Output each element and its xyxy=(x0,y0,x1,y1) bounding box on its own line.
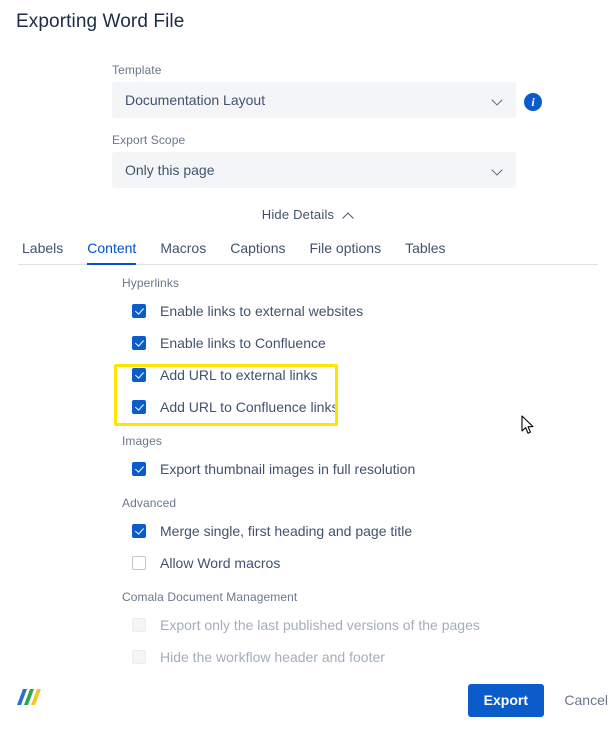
checkbox-icon[interactable] xyxy=(132,400,146,414)
tab-bar: Labels Content Macros Captions File options T… xyxy=(18,240,598,265)
option-label[interactable]: Export thumbnail images in full resoluti… xyxy=(160,460,415,478)
tab-tables[interactable]: Tables xyxy=(393,240,457,264)
tab-file-options[interactable]: File options xyxy=(297,240,393,264)
toggle-details-label: Hide Details xyxy=(261,207,335,222)
info-icon[interactable]: i xyxy=(524,93,542,111)
page-title: Exporting Word File xyxy=(16,11,185,32)
template-select-value: Documentation Layout xyxy=(125,92,266,108)
toggle-details-button[interactable]: Hide Details xyxy=(0,207,616,222)
option-row[interactable]: Add URL to external links xyxy=(122,359,562,391)
option-row[interactable]: Export thumbnail images in full resoluti… xyxy=(122,453,562,485)
chevron-down-icon xyxy=(493,96,503,106)
checkbox-icon[interactable] xyxy=(132,556,146,570)
checkbox-icon[interactable] xyxy=(132,462,146,476)
template-field-label: Template xyxy=(112,63,162,77)
group-title-images: Images xyxy=(122,434,162,448)
option-label[interactable]: Add URL to Confluence links xyxy=(160,398,338,416)
template-select[interactable]: Documentation Layout xyxy=(112,82,516,118)
group-title-advanced: Advanced xyxy=(122,496,177,510)
cancel-button[interactable]: Cancel xyxy=(564,684,608,717)
options-panel: Hyperlinks Enable links to external websi… xyxy=(122,275,562,673)
option-label[interactable]: Enable links to Confluence xyxy=(160,334,326,352)
option-row: Export only the last published versions … xyxy=(122,609,562,641)
option-row[interactable]: Merge single, first heading and page tit… xyxy=(122,515,562,547)
checkbox-icon xyxy=(132,650,146,664)
export-scope-select[interactable]: Only this page xyxy=(112,152,516,188)
brand-logo xyxy=(17,689,41,705)
option-row[interactable]: Enable links to Confluence xyxy=(122,327,562,359)
chevron-down-icon xyxy=(493,166,503,176)
option-label: Export only the last published versions … xyxy=(160,617,480,633)
checkbox-icon[interactable] xyxy=(132,304,146,318)
group-title-comala-document-management: Comala Document Management xyxy=(122,590,298,604)
option-row[interactable]: Enable links to external websites xyxy=(122,295,562,327)
option-label[interactable]: Merge single, first heading and page tit… xyxy=(160,522,412,540)
dialog-footer: Export Cancel xyxy=(0,673,616,733)
checkbox-icon[interactable] xyxy=(132,524,146,538)
option-row[interactable]: Add URL to Confluence links xyxy=(122,391,562,423)
export-scope-select-value: Only this page xyxy=(125,162,215,178)
option-label[interactable]: Enable links to external websites xyxy=(160,302,363,320)
tab-captions[interactable]: Captions xyxy=(218,240,297,264)
export-form: Template Documentation Layout Export Sco… xyxy=(112,62,516,202)
option-row[interactable]: Allow Word macros xyxy=(122,547,562,579)
checkbox-icon[interactable] xyxy=(132,336,146,350)
tab-macros[interactable]: Macros xyxy=(148,240,218,264)
export-button[interactable]: Export xyxy=(467,684,544,717)
export-scope-field-label: Export Scope xyxy=(112,133,186,147)
group-title-hyperlinks: Hyperlinks xyxy=(122,276,180,290)
chevron-up-icon xyxy=(343,211,354,220)
option-label[interactable]: Allow Word macros xyxy=(160,554,280,572)
checkbox-icon[interactable] xyxy=(132,368,146,382)
option-row: Hide the workflow header and footer xyxy=(122,641,562,673)
tab-content[interactable]: Content xyxy=(75,240,148,265)
option-label: Hide the workflow header and footer xyxy=(160,649,385,665)
option-label[interactable]: Add URL to external links xyxy=(160,366,317,384)
tab-labels[interactable]: Labels xyxy=(18,240,75,264)
checkbox-icon xyxy=(132,618,146,632)
